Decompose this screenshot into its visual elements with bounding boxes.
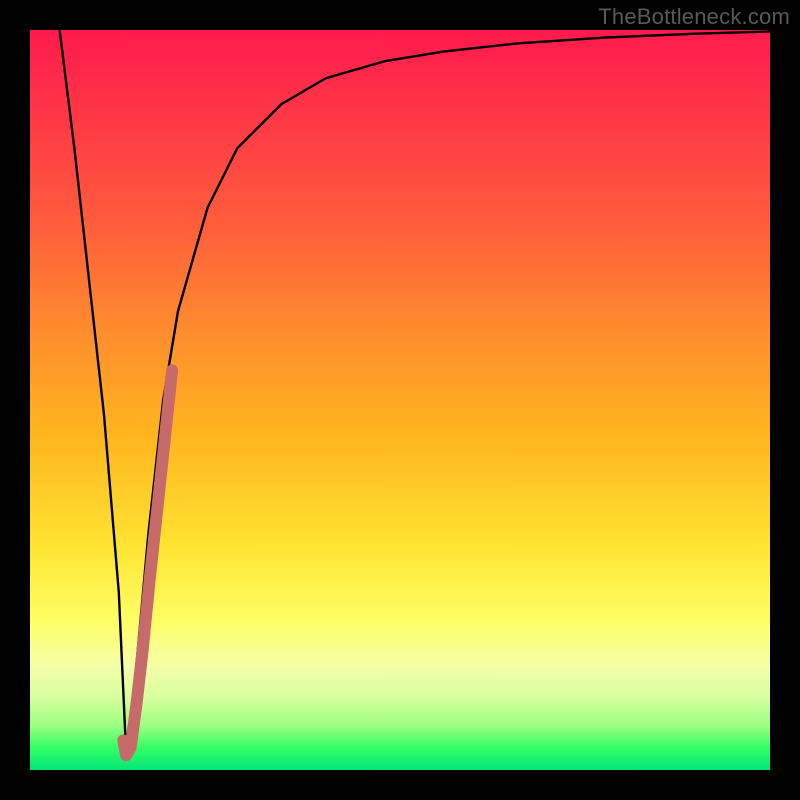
watermark-text: TheBottleneck.com [598, 4, 790, 30]
chart-frame: TheBottleneck.com [0, 0, 800, 800]
plot-area [30, 30, 770, 770]
highlight-segment-path [123, 370, 172, 755]
chart-svg [30, 30, 770, 770]
